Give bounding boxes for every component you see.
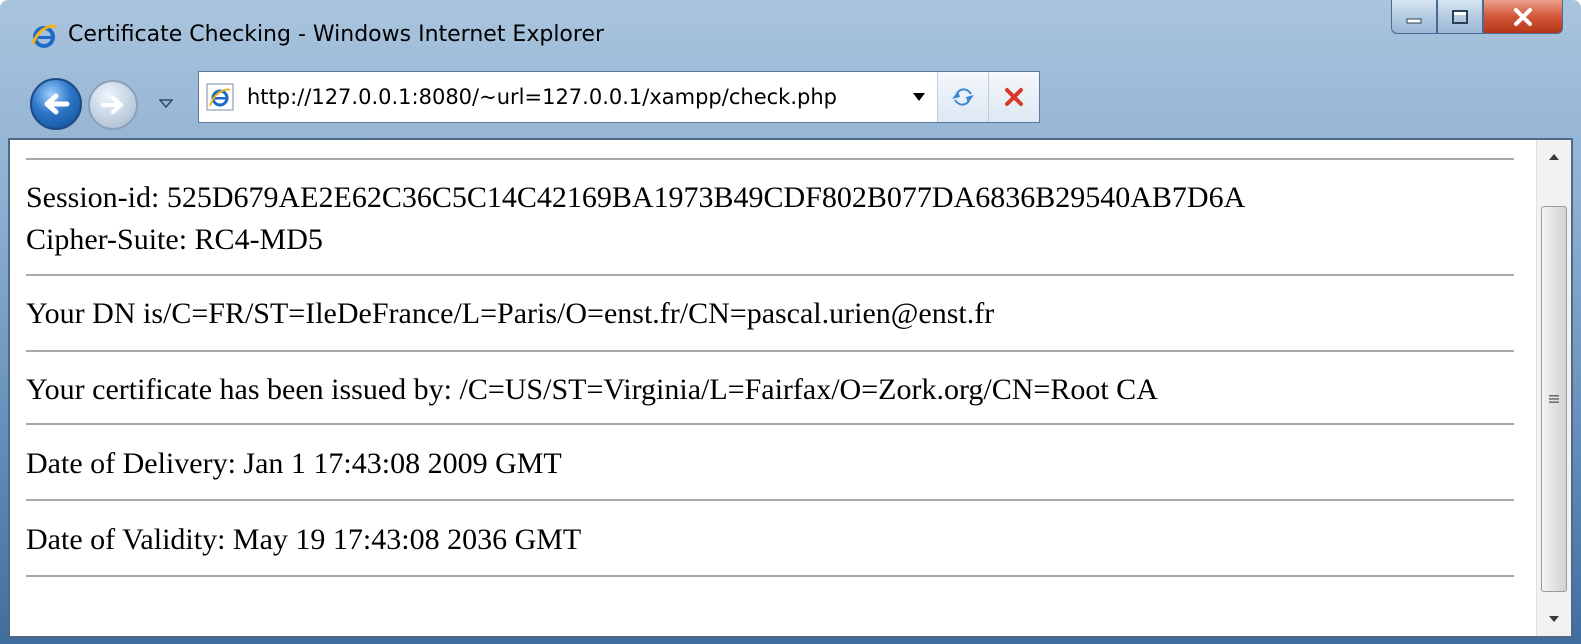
close-icon: [1514, 7, 1532, 26]
scroll-down-button[interactable]: [1537, 602, 1571, 636]
dn-text: Your DN is/C=FR/ST=IleDeFrance/L=Paris/O…: [26, 297, 995, 330]
page-content: Session-id: 525D679AE2E62C36C5C14C42169B…: [26, 140, 1514, 636]
divider: [26, 423, 1514, 425]
back-arrow-icon: [44, 93, 70, 115]
delivery-date-text: Date of Delivery: Jan 1 17:43:08 2009 GM…: [26, 447, 562, 480]
validity-date-text: Date of Validity: May 19 17:43:08 2036 G…: [26, 523, 582, 556]
address-dropdown[interactable]: [901, 72, 938, 122]
vertical-scrollbar[interactable]: [1536, 140, 1571, 636]
scroll-down-arrow-icon: [1549, 616, 1559, 622]
window-title: Certificate Checking - Windows Internet …: [68, 22, 605, 47]
dropdown-arrow-icon: [913, 93, 925, 101]
divider: [26, 499, 1514, 501]
maximize-icon: [1452, 9, 1468, 24]
maximize-button[interactable]: [1437, 0, 1483, 34]
forward-arrow-icon: [101, 96, 123, 114]
close-window-button[interactable]: [1483, 0, 1563, 34]
back-button[interactable]: [30, 78, 82, 130]
navigation-bar: http://127.0.0.1:8080/~url=127.0.0.1/xam…: [0, 68, 1581, 138]
scroll-up-arrow-icon: [1549, 154, 1559, 160]
page-viewport: Session-id: 525D679AE2E62C36C5C14C42169B…: [8, 138, 1573, 638]
browser-window: Certificate Checking - Windows Internet …: [0, 0, 1581, 644]
divider: [26, 350, 1514, 352]
url-field[interactable]: http://127.0.0.1:8080/~url=127.0.0.1/xam…: [247, 85, 901, 109]
cipher-suite-text: Cipher-Suite: RC4-MD5: [26, 223, 323, 256]
grip-icon: [1549, 395, 1559, 403]
divider: [26, 274, 1514, 276]
title-bar: Certificate Checking - Windows Internet …: [0, 0, 1581, 68]
forward-button[interactable]: [88, 80, 138, 130]
refresh-icon: [952, 88, 974, 106]
divider: [26, 575, 1514, 577]
address-bar: http://127.0.0.1:8080/~url=127.0.0.1/xam…: [198, 71, 1040, 123]
recent-pages-dropdown[interactable]: [158, 96, 174, 112]
scroll-up-button[interactable]: [1537, 140, 1571, 174]
refresh-button[interactable]: [938, 72, 989, 122]
session-id-text: Session-id: 525D679AE2E62C36C5C14C42169B…: [26, 181, 1246, 214]
stop-button[interactable]: [989, 72, 1039, 122]
minimize-icon: [1406, 18, 1422, 23]
ie-page-icon: [206, 83, 234, 111]
minimize-button[interactable]: [1391, 0, 1437, 34]
scrollbar-thumb[interactable]: [1541, 206, 1567, 592]
issuer-text: Your certificate has been issued by: /C=…: [26, 373, 1158, 406]
ie-logo-icon: [31, 24, 57, 48]
chevron-down-icon: [159, 99, 173, 109]
stop-icon: [1005, 88, 1023, 106]
divider: [26, 158, 1514, 160]
window-controls: [1391, 0, 1581, 40]
